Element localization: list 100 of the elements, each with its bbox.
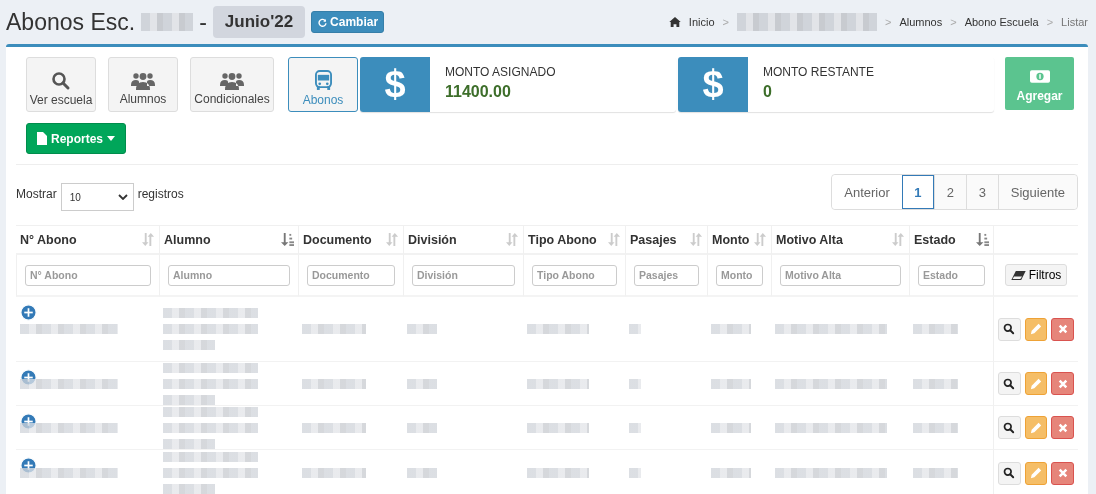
search-icon [1003, 377, 1016, 390]
column-header[interactable]: Documento [298, 226, 403, 255]
users-icon [220, 71, 244, 90]
money-icon [1029, 69, 1050, 83]
chevron-icon [117, 194, 128, 200]
length-label: registros [137, 187, 184, 201]
filter-field[interactable]: N° Abono [25, 264, 151, 286]
breadcrumb-separator: > [722, 16, 729, 28]
redacted-text [163, 484, 215, 494]
info-value: 0 [763, 83, 773, 101]
column-header[interactable]: Tipo Abono [523, 226, 625, 255]
info-value: 11400.00 [445, 83, 512, 101]
redacted-text [629, 378, 641, 389]
delete-button[interactable] [1051, 372, 1074, 395]
file-icon [37, 132, 47, 145]
redacted-text [711, 422, 751, 433]
redacted-text [527, 422, 589, 433]
filter-field[interactable]: Monto [716, 264, 763, 286]
column-header[interactable]: Pasajes [625, 226, 707, 255]
view-button[interactable] [998, 461, 1021, 485]
breadcrumb-current: Listar [1061, 16, 1088, 28]
dollar-icon: $ [678, 57, 748, 112]
page-button[interactable]: 3 [965, 175, 998, 209]
redacted-text [913, 468, 958, 478]
search-icon [1003, 323, 1016, 335]
close-icon [1057, 422, 1068, 433]
page-button[interactable]: 2 [933, 175, 966, 209]
page-button[interactable]: 1 [901, 175, 934, 209]
close-icon [1057, 324, 1068, 334]
search-icon [1003, 421, 1016, 434]
redacted-text [407, 422, 437, 433]
view-button[interactable] [998, 372, 1021, 395]
pencil-icon [1030, 377, 1042, 390]
info-label: MONTO RESTANTE [763, 65, 874, 79]
view-button[interactable] [998, 317, 1021, 341]
next-page-button[interactable]: Siguiente [997, 175, 1077, 209]
redacted-text [302, 422, 366, 433]
redacted-text [913, 324, 958, 334]
caret-icon [107, 136, 115, 141]
redacted-text [913, 422, 958, 433]
column-header[interactable]: Motivo Alta [771, 226, 909, 255]
redacted-text [527, 468, 589, 478]
column-header[interactable]: Estado [909, 226, 993, 255]
redacted-text [302, 324, 366, 334]
search-icon [51, 70, 71, 91]
title-dash: - [199, 8, 207, 36]
close-icon [1057, 378, 1068, 389]
pencil-icon [1030, 421, 1042, 434]
redacted-text [163, 438, 215, 449]
redacted-text [407, 468, 437, 478]
redacted-text [302, 468, 366, 478]
filter-field[interactable]: Motivo Alta [780, 264, 901, 286]
breadcrumb-link[interactable]: Inicio [688, 16, 715, 28]
search-icon [1003, 467, 1016, 479]
column-header[interactable]: Monto [707, 226, 771, 255]
delete-button[interactable] [1051, 416, 1074, 439]
column-header[interactable]: División [403, 226, 523, 255]
toolbar-button[interactable]: Condicionales [190, 57, 274, 112]
filter-field[interactable]: Pasajes [634, 264, 699, 286]
breadcrumb-separator: > [1046, 16, 1054, 28]
bus-icon [314, 70, 332, 91]
eraser-icon [1010, 270, 1026, 280]
home-icon [668, 17, 681, 27]
length-label: Mostrar [16, 187, 57, 201]
delete-button[interactable] [1051, 317, 1074, 341]
filter-field[interactable]: División [412, 264, 515, 286]
pencil-icon [1030, 323, 1042, 335]
delete-button[interactable] [1051, 461, 1074, 485]
column-header[interactable]: Alumno [159, 226, 298, 255]
page-title: Abonos Esc. [6, 8, 136, 36]
filter-field[interactable]: Alumno [168, 264, 290, 286]
view-button[interactable] [998, 416, 1021, 439]
redacted-text [711, 378, 751, 389]
filter-field[interactable]: Documento [307, 264, 395, 286]
redacted-text [913, 378, 958, 389]
filters-button[interactable]: Filtros [1004, 264, 1068, 286]
breadcrumb-separator: > [950, 16, 957, 28]
column-header[interactable]: N° Abono [16, 226, 159, 255]
redacted-text [711, 324, 751, 334]
pencil-icon [1030, 467, 1042, 479]
breadcrumb-separator: > [885, 16, 892, 28]
close-icon [1057, 468, 1068, 478]
redacted-text [629, 468, 641, 478]
filter-field[interactable]: Tipo Abono [532, 264, 617, 286]
breadcrumb-link[interactable]: Abono Escuela [964, 16, 1039, 28]
redacted-text [407, 378, 437, 389]
change-button[interactable]: Cambiar [311, 11, 385, 33]
info-label: MONTO ASIGNADO [445, 65, 556, 79]
toolbar-button[interactable]: Ver escuela [26, 57, 96, 112]
breadcrumb-link[interactable]: Alumnos [899, 16, 943, 28]
redacted-text [527, 324, 589, 334]
redacted-text [629, 422, 641, 433]
length-select[interactable]: 10 [60, 183, 134, 211]
redacted-text [629, 324, 641, 334]
expand-icon[interactable] [20, 304, 37, 321]
redacted-text [407, 324, 437, 334]
toolbar-button[interactable]: Alumnos [108, 57, 178, 112]
filter-field[interactable]: Estado [918, 264, 985, 286]
redacted-text [711, 468, 751, 478]
redacted-text [302, 378, 366, 389]
